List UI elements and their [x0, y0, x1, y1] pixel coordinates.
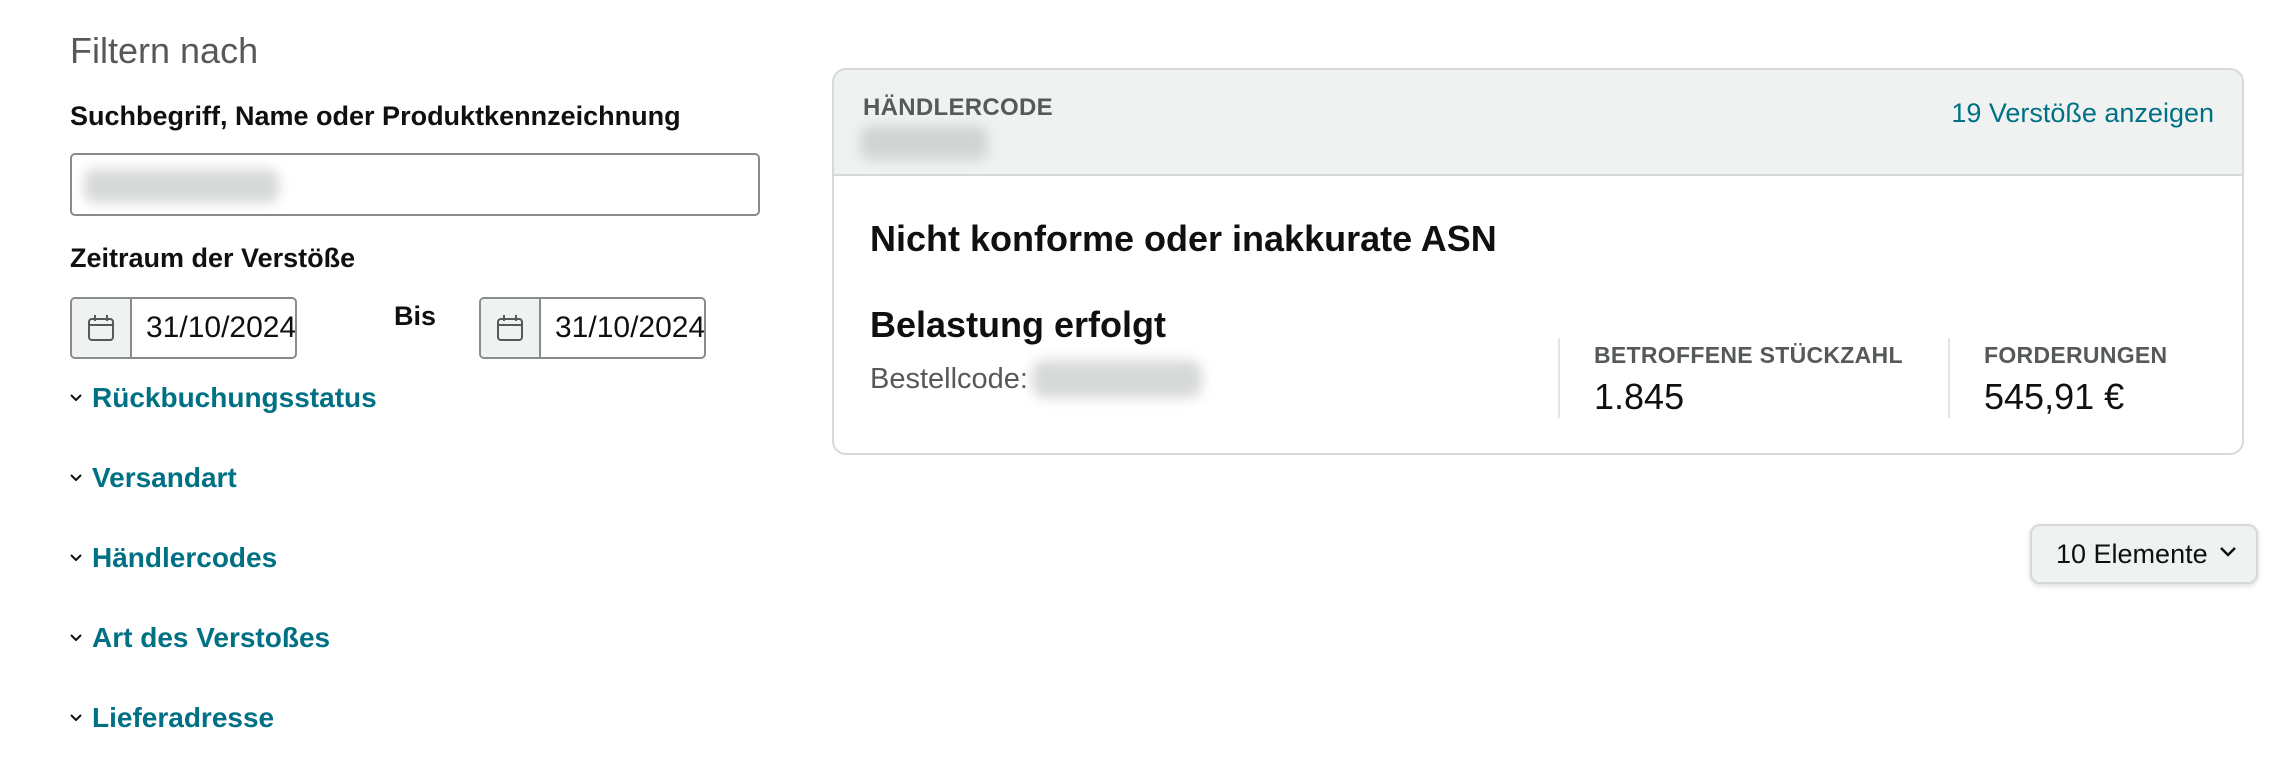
calendar-icon[interactable] [72, 299, 132, 357]
search-input[interactable] [70, 153, 760, 216]
date-from-value[interactable]: 31/10/2024 [132, 299, 295, 357]
view-violations-link[interactable]: 19 Verstöße anzeigen [1951, 98, 2214, 129]
expander-label: Rückbuchungsstatus [92, 382, 377, 413]
violation-title: Nicht konforme oder inakkurate ASN [870, 218, 1497, 259]
expander-label: Lieferadresse [92, 702, 275, 733]
expander-label: Versandart [92, 462, 237, 493]
expander-rueckbuchungsstatus[interactable]: Rückbuchungsstatus [68, 382, 377, 414]
search-label: Suchbegriff, Name oder Produktkennzeichn… [70, 101, 681, 131]
chevron-down-icon [68, 710, 84, 726]
chevron-down-icon [68, 470, 84, 486]
order-code: Bestellcode: [870, 360, 1202, 398]
chevron-down-icon [68, 550, 84, 566]
expander-art-des-verstosses[interactable]: Art des Verstoßes [68, 622, 330, 654]
chevron-down-icon [68, 390, 84, 406]
order-code-label: Bestellcode: [870, 362, 1028, 395]
expander-haendlercodes[interactable]: Händlercodes [68, 542, 277, 574]
redacted-merchant-code [860, 126, 988, 160]
expander-lieferadresse[interactable]: Lieferadresse [68, 702, 274, 734]
card-header: HÄNDLERCODE 19 Verstöße anzeigen [834, 70, 2242, 176]
violation-card: HÄNDLERCODE 19 Verstöße anzeigen Nicht k… [832, 68, 2244, 455]
page-size-label: 10 Elemente [2056, 538, 2208, 569]
calendar-icon[interactable] [481, 299, 541, 357]
expander-label: Händlercodes [92, 542, 278, 573]
expander-label: Art des Verstoßes [92, 622, 331, 653]
redacted-order-code [1032, 360, 1202, 398]
redacted-search-value [84, 169, 279, 203]
metric-divider [1558, 338, 1560, 418]
date-range-label: Zeitraum der Verstöße [70, 243, 356, 273]
filter-heading: Filtern nach [70, 30, 259, 71]
merchant-code-label: HÄNDLERCODE [863, 94, 1053, 121]
affected-units-value: 1.845 [1594, 376, 1685, 417]
metric-divider [1948, 338, 1950, 418]
charge-status: Belastung erfolgt [870, 304, 1167, 345]
expander-versandart[interactable]: Versandart [68, 462, 237, 494]
chevron-down-icon [68, 630, 84, 646]
page-size-select[interactable]: 10 Elemente [2030, 524, 2258, 584]
claims-value: 545,91 € [1984, 376, 2125, 417]
date-to-value[interactable]: 31/10/2024 [541, 299, 704, 357]
to-label: Bis [394, 301, 437, 331]
chevron-down-icon [2218, 545, 2238, 564]
claims-label: FORDERUNGEN [1984, 342, 2168, 368]
date-to-field[interactable]: 31/10/2024 [479, 297, 706, 359]
affected-units-label: BETROFFENE STÜCKZAHL [1594, 342, 1903, 368]
date-from-field[interactable]: 31/10/2024 [70, 297, 297, 359]
